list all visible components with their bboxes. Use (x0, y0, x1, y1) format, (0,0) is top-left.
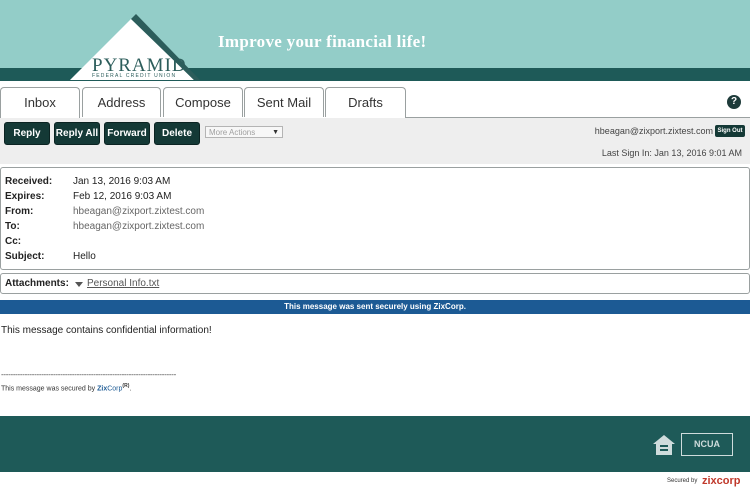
to-label: To: (5, 221, 20, 232)
tab-drafts[interactable]: Drafts (325, 87, 406, 117)
expires-value: Feb 12, 2016 9:03 AM (73, 191, 172, 202)
equal-housing-icon (653, 435, 675, 455)
from-label: From: (5, 206, 34, 217)
subject-label: Subject: (5, 251, 45, 262)
attachments-label: Attachments: (5, 278, 69, 289)
reply-all-button[interactable]: Reply All (54, 122, 100, 145)
help-icon[interactable]: ? (727, 95, 741, 109)
expires-label: Expires: (5, 191, 45, 202)
from-value: hbeagan@zixport.zixtest.com (73, 206, 205, 217)
sign-out-button[interactable]: Sign Out (715, 125, 745, 137)
expand-arrow-icon[interactable] (75, 282, 83, 287)
chevron-down-icon: ▼ (272, 129, 279, 136)
last-sign-in: Last Sign In: Jan 13, 2016 9:01 AM (601, 148, 742, 158)
separator-line: ----------------------------------------… (1, 370, 176, 379)
received-label: Received: (5, 176, 53, 187)
subject-value: Hello (73, 251, 96, 262)
forward-button[interactable]: Forward (104, 122, 150, 145)
secured-zix: Zix (97, 385, 108, 393)
attachments-bar: Attachments: Personal Info.txt (0, 273, 750, 294)
header-tagline: Improve your financial life! (218, 32, 427, 51)
message-header-box: Received: Jan 13, 2016 9:03 AM Expires: … (0, 167, 750, 270)
cc-label: Cc: (5, 236, 22, 247)
user-email: hbeagan@zixport.zixtest.com (594, 126, 713, 136)
tab-address[interactable]: Address (82, 87, 161, 117)
secured-suffix: . (129, 385, 132, 393)
tab-sent-mail[interactable]: Sent Mail (244, 87, 324, 117)
tab-compose[interactable]: Compose (163, 87, 243, 117)
reply-button[interactable]: Reply (4, 122, 50, 145)
zixcorp-logo: zixcorp (702, 475, 741, 487)
tab-inbox[interactable]: Inbox (0, 87, 80, 119)
attachment-link[interactable]: Personal Info.txt (87, 278, 159, 289)
secured-prefix: This message was secured by (1, 385, 98, 393)
toolbar: Reply Reply All Forward Delete More Acti… (0, 118, 750, 164)
secure-banner: This message was sent securely using Zix… (0, 300, 750, 314)
secured-by-label: Secured by (667, 478, 698, 484)
received-value: Jan 13, 2016 9:03 AM (73, 176, 171, 187)
footer (0, 416, 750, 472)
delete-button[interactable]: Delete (154, 122, 200, 145)
ncua-logo: NCUA (681, 433, 733, 456)
secured-by-text: This message was secured by ZixCorp(R). (1, 383, 131, 392)
zixcorp-logo-text: zixcorp (702, 475, 741, 487)
secured-corp: Corp (107, 385, 123, 393)
message-body: This message contains confidential infor… (1, 325, 212, 336)
more-actions-label: More Actions (209, 128, 256, 137)
logo-subtitle: FEDERAL CREDIT UNION (92, 73, 177, 79)
more-actions-select[interactable]: More Actions ▼ (205, 126, 283, 138)
to-value: hbeagan@zixport.zixtest.com (73, 221, 205, 232)
